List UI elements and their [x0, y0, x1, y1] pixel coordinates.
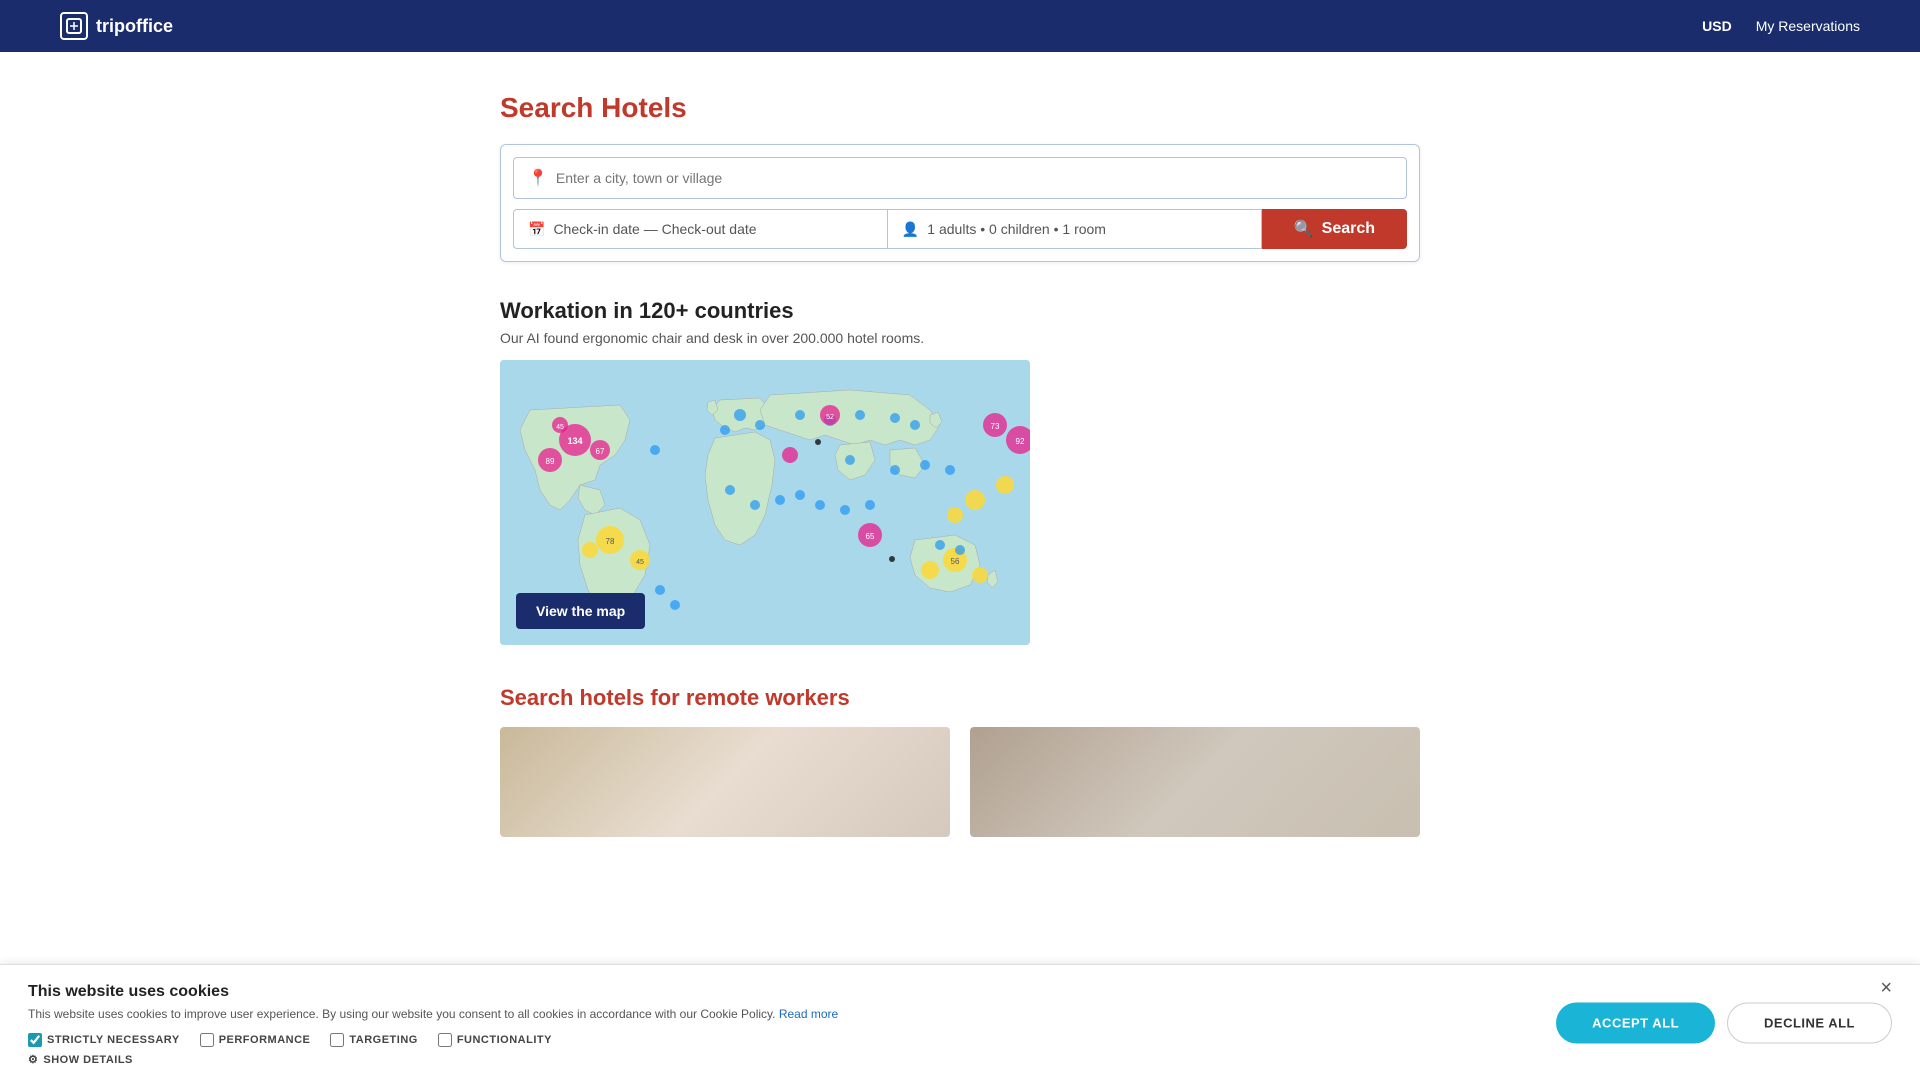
checkbox-performance[interactable]: PERFORMANCE — [200, 1033, 311, 1047]
search-input[interactable] — [556, 170, 1392, 186]
targeting-checkbox[interactable] — [330, 1033, 344, 1047]
performance-checkbox[interactable] — [200, 1033, 214, 1047]
hotel-cards — [500, 727, 1420, 837]
calendar-icon: 📅 — [528, 221, 545, 238]
view-map-button[interactable]: View the map — [516, 593, 645, 629]
cookie-banner: × This website uses cookies This website… — [0, 964, 1920, 1080]
search-title-prefix: Search — [500, 92, 601, 123]
checkbox-targeting[interactable]: TARGETING — [330, 1033, 417, 1047]
search-button[interactable]: 🔍 Search — [1262, 209, 1407, 249]
guests-value: 1 adults • 0 children • 1 room — [927, 221, 1106, 237]
search-location-row: 📍 — [513, 157, 1407, 199]
strictly-necessary-label: STRICTLY NECESSARY — [47, 1034, 180, 1046]
cookie-description-text: This website uses cookies to improve use… — [28, 1007, 775, 1021]
cookie-banner-title: This website uses cookies — [28, 983, 1892, 1001]
strictly-necessary-checkbox[interactable] — [28, 1033, 42, 1047]
world-map: 134 89 67 45 78 45 56 — [500, 360, 1030, 645]
date-picker[interactable]: 📅 Check-in date — Check-out date — [513, 209, 888, 249]
svg-text:45: 45 — [636, 559, 644, 566]
svg-text:134: 134 — [567, 436, 582, 446]
show-details-toggle[interactable]: ⚙ SHOW DETAILS — [28, 1053, 1892, 1066]
main-content: Search Hotels 📍 📅 Check-in date — Check-… — [480, 52, 1440, 837]
svg-text:52: 52 — [826, 414, 834, 421]
person-icon: 👤 — [902, 221, 919, 238]
navbar: tripoffice USD My Reservations — [0, 0, 1920, 52]
workation-section: Workation in 120+ countries Our AI found… — [500, 298, 1420, 645]
svg-text:73: 73 — [991, 422, 1000, 431]
search-title: Search Hotels — [500, 92, 1420, 124]
search-button-label: Search — [1322, 220, 1375, 238]
my-reservations-link[interactable]: My Reservations — [1756, 18, 1860, 34]
location-icon: 📍 — [528, 168, 548, 188]
functionality-label: FUNCTIONALITY — [457, 1034, 552, 1046]
performance-label: PERFORMANCE — [219, 1034, 311, 1046]
remote-title-prefix: Search hotels for — [500, 685, 686, 710]
search-box: 📍 📅 Check-in date — Check-out date 👤 1 a… — [500, 144, 1420, 262]
functionality-checkbox[interactable] — [438, 1033, 452, 1047]
cookie-buttons: ACCEPT ALL DECLINE ALL — [1556, 1002, 1892, 1043]
workation-title: Workation in 120+ countries — [500, 298, 1420, 324]
search-icon: 🔍 — [1294, 219, 1314, 239]
hotel-card-1[interactable] — [500, 727, 950, 837]
remote-section: Search hotels for remote workers — [500, 685, 1420, 837]
decline-all-button[interactable]: DECLINE ALL — [1727, 1002, 1892, 1043]
dates-placeholder: Check-in date — Check-out date — [553, 221, 756, 237]
checkbox-strictly-necessary[interactable]: STRICTLY NECESSARY — [28, 1033, 180, 1047]
show-details-label: SHOW DETAILS — [43, 1054, 133, 1066]
cookie-close-button[interactable]: × — [1880, 977, 1892, 1000]
navbar-right: USD My Reservations — [1702, 18, 1860, 34]
hotel-card-image-2 — [970, 727, 1420, 837]
remote-title: Search hotels for remote workers — [500, 685, 1420, 711]
search-row: 📅 Check-in date — Check-out date 👤 1 adu… — [513, 209, 1407, 249]
gear-icon: ⚙ — [28, 1053, 38, 1066]
checkbox-functionality[interactable]: FUNCTIONALITY — [438, 1033, 552, 1047]
svg-text:89: 89 — [546, 457, 555, 466]
svg-text:92: 92 — [1016, 437, 1025, 446]
brand: tripoffice — [60, 12, 173, 40]
guests-selector[interactable]: 👤 1 adults • 0 children • 1 room — [888, 209, 1262, 249]
svg-text:45: 45 — [556, 424, 564, 431]
remote-title-highlight: remote workers — [686, 685, 850, 710]
hotel-card-2[interactable] — [970, 727, 1420, 837]
search-title-highlight: Hotels — [601, 92, 687, 123]
currency-selector[interactable]: USD — [1702, 18, 1732, 34]
workation-description: Our AI found ergonomic chair and desk in… — [500, 330, 1420, 346]
logo-icon — [60, 12, 88, 40]
read-more-link[interactable]: Read more — [779, 1007, 838, 1021]
accept-all-button[interactable]: ACCEPT ALL — [1556, 1002, 1715, 1043]
targeting-label: TARGETING — [349, 1034, 417, 1046]
brand-name: tripoffice — [96, 16, 173, 37]
svg-text:65: 65 — [866, 532, 875, 541]
svg-text:56: 56 — [951, 557, 960, 566]
svg-text:67: 67 — [596, 447, 605, 456]
hotel-card-image-1 — [500, 727, 950, 837]
svg-text:78: 78 — [606, 537, 615, 546]
